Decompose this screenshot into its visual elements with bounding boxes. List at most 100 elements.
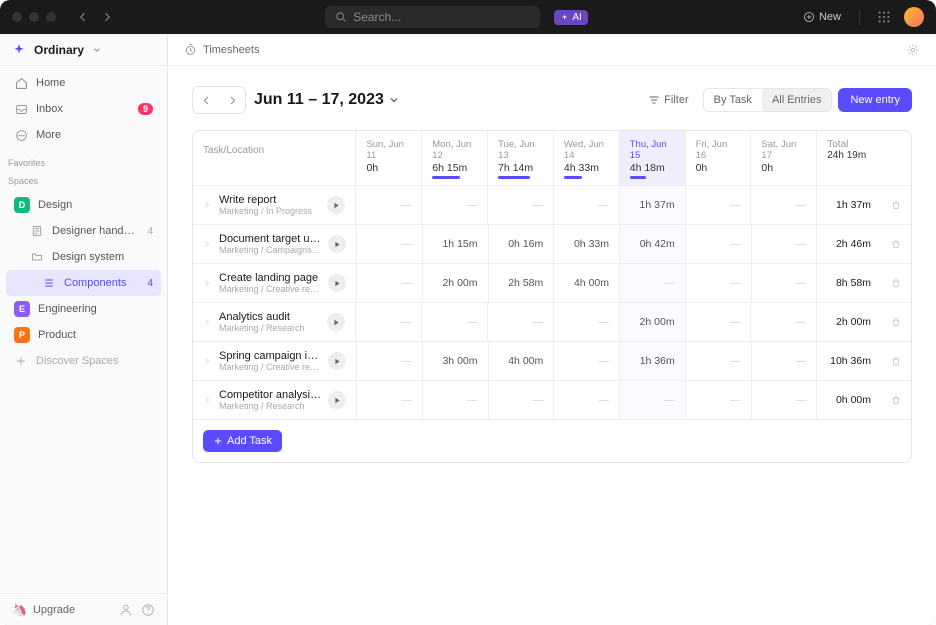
- expand-toggle[interactable]: [203, 357, 213, 365]
- new-button[interactable]: New: [795, 11, 849, 23]
- expand-toggle[interactable]: [203, 279, 213, 287]
- time-cell[interactable]: 2h 58m: [489, 264, 555, 302]
- delete-button[interactable]: [881, 225, 911, 263]
- new-entry-button[interactable]: New entry: [838, 88, 912, 112]
- time-cell-empty[interactable]: —: [554, 342, 620, 380]
- time-cell[interactable]: 0h 16m: [489, 225, 555, 263]
- time-cell-empty[interactable]: —: [686, 303, 752, 341]
- time-cell-empty[interactable]: —: [422, 186, 488, 224]
- settings-button[interactable]: [906, 43, 920, 57]
- expand-toggle[interactable]: [203, 318, 213, 326]
- time-cell-empty[interactable]: —: [357, 225, 423, 263]
- time-cell-empty[interactable]: —: [751, 186, 817, 224]
- time-cell-empty[interactable]: —: [357, 264, 423, 302]
- task-name[interactable]: Create landing page: [219, 272, 322, 284]
- sidebar-item-inbox[interactable]: Inbox 9: [6, 96, 161, 122]
- forward-button[interactable]: [96, 6, 118, 28]
- next-week-button[interactable]: [221, 89, 243, 111]
- play-button[interactable]: [327, 313, 345, 331]
- space-engineering[interactable]: E Engineering: [6, 296, 161, 322]
- time-cell-empty[interactable]: —: [489, 381, 555, 419]
- task-name[interactable]: Spring campaign imag...: [219, 350, 322, 362]
- time-cell[interactable]: 4h 00m: [554, 264, 620, 302]
- allentries-tab[interactable]: All Entries: [762, 89, 832, 111]
- time-cell-empty[interactable]: —: [423, 381, 489, 419]
- time-cell-empty[interactable]: —: [357, 342, 423, 380]
- task-name[interactable]: Document target users: [219, 233, 322, 245]
- delete-button[interactable]: [881, 381, 911, 419]
- time-cell-empty[interactable]: —: [686, 225, 752, 263]
- play-button[interactable]: [328, 391, 346, 409]
- play-button[interactable]: [328, 274, 346, 292]
- time-cell[interactable]: 4h 00m: [489, 342, 555, 380]
- time-cell-empty[interactable]: —: [752, 225, 818, 263]
- play-button[interactable]: [328, 352, 346, 370]
- list-design-system[interactable]: Design system: [6, 244, 161, 270]
- invite-icon[interactable]: [119, 603, 133, 617]
- play-button[interactable]: [328, 235, 346, 253]
- sidebar-item-home[interactable]: Home: [6, 70, 161, 96]
- delete-button[interactable]: [881, 342, 911, 380]
- traffic-close[interactable]: [12, 12, 22, 22]
- expand-toggle[interactable]: [203, 240, 213, 248]
- delete-button[interactable]: [881, 264, 911, 302]
- time-cell[interactable]: 2h 00m: [620, 303, 686, 341]
- delete-button[interactable]: [881, 303, 911, 341]
- upgrade-link[interactable]: Upgrade: [33, 604, 75, 616]
- expand-toggle[interactable]: [203, 396, 213, 404]
- list-designer-handbook[interactable]: Designer handbook 4: [6, 218, 161, 244]
- list-components[interactable]: Components 4: [6, 270, 161, 296]
- apps-menu[interactable]: [874, 7, 894, 27]
- time-cell[interactable]: 3h 00m: [423, 342, 489, 380]
- time-cell-empty[interactable]: —: [752, 381, 818, 419]
- time-cell-empty[interactable]: —: [554, 381, 620, 419]
- space-design[interactable]: D Design: [6, 192, 161, 218]
- time-cell-empty[interactable]: —: [488, 186, 554, 224]
- time-cell[interactable]: 1h 15m: [423, 225, 489, 263]
- traffic-max[interactable]: [46, 12, 56, 22]
- time-cell-empty[interactable]: —: [686, 381, 752, 419]
- back-button[interactable]: [72, 6, 94, 28]
- time-cell-empty[interactable]: —: [620, 264, 686, 302]
- time-cell[interactable]: 2h 00m: [423, 264, 489, 302]
- time-cell-empty[interactable]: —: [752, 342, 818, 380]
- date-range-picker[interactable]: Jun 11 – 17, 2023: [254, 91, 400, 109]
- expand-toggle[interactable]: [203, 201, 213, 209]
- time-cell[interactable]: 1h 36m: [620, 342, 686, 380]
- time-cell-empty[interactable]: —: [488, 303, 554, 341]
- time-cell[interactable]: 1h 37m: [620, 186, 686, 224]
- search-input[interactable]: Search...: [325, 6, 540, 28]
- ai-button[interactable]: AI: [554, 10, 587, 25]
- time-cell[interactable]: 0h 33m: [554, 225, 620, 263]
- space-product[interactable]: P Product: [6, 322, 161, 348]
- time-cell-empty[interactable]: —: [554, 303, 620, 341]
- time-cell-empty[interactable]: —: [686, 186, 752, 224]
- time-cell-empty[interactable]: —: [686, 342, 752, 380]
- plus-circle-icon: [803, 11, 815, 23]
- workspace-switcher[interactable]: Ordinary: [0, 34, 167, 66]
- help-icon[interactable]: [141, 603, 155, 617]
- sidebar-item-more[interactable]: More: [6, 122, 161, 148]
- bytask-tab[interactable]: By Task: [704, 89, 762, 111]
- task-name[interactable]: Write report: [219, 194, 321, 206]
- add-task-button[interactable]: Add Task: [203, 430, 282, 452]
- avatar[interactable]: [904, 7, 924, 27]
- traffic-min[interactable]: [29, 12, 39, 22]
- task-name[interactable]: Analytics audit: [219, 311, 321, 323]
- filter-button[interactable]: Filter: [640, 89, 696, 111]
- time-cell-empty[interactable]: —: [357, 381, 423, 419]
- time-cell-empty[interactable]: —: [554, 186, 620, 224]
- time-cell-empty[interactable]: —: [356, 186, 422, 224]
- time-cell-empty[interactable]: —: [751, 303, 817, 341]
- prev-week-button[interactable]: [195, 89, 217, 111]
- task-name[interactable]: Competitor analysis doc: [219, 389, 322, 401]
- time-cell-empty[interactable]: —: [422, 303, 488, 341]
- discover-spaces[interactable]: Discover Spaces: [6, 348, 161, 374]
- time-cell-empty[interactable]: —: [356, 303, 422, 341]
- time-cell-empty[interactable]: —: [686, 264, 752, 302]
- delete-button[interactable]: [881, 186, 911, 224]
- time-cell-empty[interactable]: —: [752, 264, 818, 302]
- play-button[interactable]: [327, 196, 345, 214]
- time-cell-empty[interactable]: —: [620, 381, 686, 419]
- time-cell[interactable]: 0h 42m: [620, 225, 686, 263]
